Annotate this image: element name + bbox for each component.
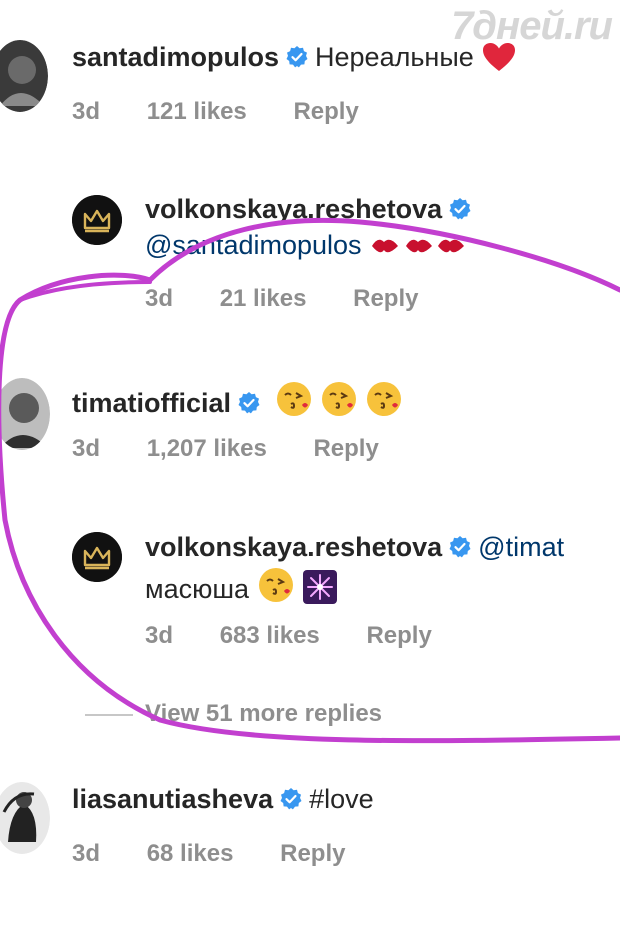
verified-badge-icon — [448, 535, 472, 564]
reply-button[interactable]: Reply — [313, 435, 378, 463]
comment-time: 3d — [145, 622, 174, 649]
username[interactable]: volkonskaya.reshetova — [145, 532, 442, 562]
likes-count[interactable]: 121 likes — [147, 98, 247, 126]
verified-badge-icon — [279, 787, 303, 816]
divider — [85, 713, 133, 716]
likes-count[interactable]: 683 likes — [220, 622, 320, 650]
comment-text: Нереальные — [315, 42, 474, 72]
reply-button[interactable]: Reply — [280, 840, 345, 868]
reply-button[interactable]: Reply — [293, 98, 358, 126]
reply-volkonskaya-1: volkonskaya.reshetova @santadimopulos 3d… — [0, 180, 620, 320]
avatar[interactable] — [0, 378, 50, 450]
comment-text: #love — [309, 784, 374, 814]
comment-text: масюша — [145, 574, 250, 604]
avatar[interactable] — [0, 40, 48, 112]
likes-count[interactable]: 21 likes — [220, 285, 307, 313]
sparkler-icon — [303, 570, 338, 611]
comment-timatiofficial: timatiofficial 3d 1,207 likes Reply — [0, 360, 620, 490]
verified-badge-icon — [285, 45, 309, 74]
username[interactable]: volkonskaya.reshetova — [145, 194, 442, 224]
comment-liasanutiasheva: liasanutiasheva #love 3d 68 likes Reply — [0, 770, 620, 890]
verified-badge-icon — [237, 391, 261, 420]
avatar[interactable] — [72, 532, 122, 582]
likes-count[interactable]: 68 likes — [147, 840, 234, 868]
username[interactable]: liasanutiasheva — [72, 784, 273, 814]
reply-volkonskaya-2: volkonskaya.reshetova @timat масюша 3d 6… — [0, 520, 620, 660]
face-blowing-kiss-icon — [257, 566, 295, 611]
reply-button[interactable]: Reply — [353, 285, 418, 313]
view-more-label: View 51 more replies — [145, 700, 383, 727]
likes-count[interactable]: 1,207 likes — [147, 435, 267, 463]
mention-link[interactable]: @santadimopulos — [145, 230, 362, 260]
avatar[interactable] — [72, 195, 122, 245]
username[interactable]: timatiofficial — [72, 388, 231, 418]
verified-badge-icon — [448, 197, 472, 226]
comment-time: 3d — [145, 285, 174, 312]
view-more-replies-button[interactable]: View 51 more replies — [85, 700, 382, 728]
face-blowing-kiss-icon — [275, 380, 407, 423]
comment-santadimopulos: santadimopulos Нереальные 3d 121 likes R… — [0, 0, 620, 140]
comment-time: 3d — [72, 840, 101, 867]
avatar[interactable] — [0, 782, 50, 854]
comment-time: 3d — [72, 98, 101, 125]
reply-button[interactable]: Reply — [366, 622, 431, 650]
mention-link[interactable]: @timat — [478, 532, 564, 562]
comment-time: 3d — [72, 435, 101, 462]
red-heart-icon — [482, 42, 516, 77]
kiss-mark-icon — [370, 232, 466, 267]
username[interactable]: santadimopulos — [72, 42, 279, 72]
